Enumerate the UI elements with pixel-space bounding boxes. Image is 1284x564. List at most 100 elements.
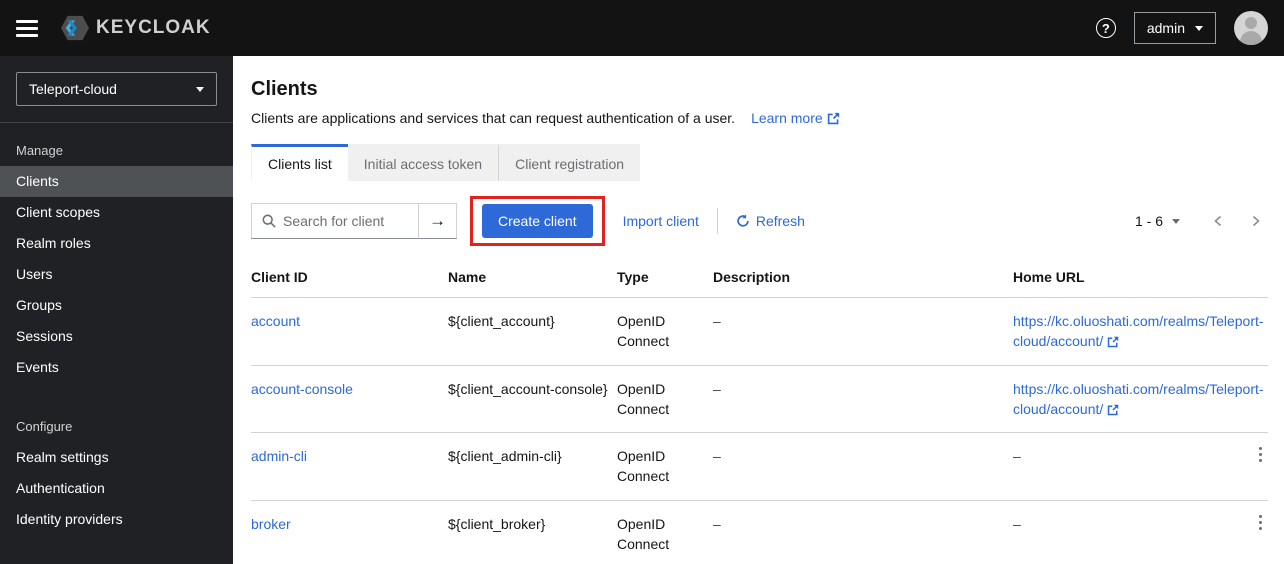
kebab-menu-icon[interactable] — [1253, 443, 1268, 466]
column-header: Description — [713, 269, 791, 285]
column-header: Name — [448, 269, 487, 285]
client-type-cell: OpenID Connect — [617, 313, 670, 350]
previous-page-button[interactable] — [1212, 214, 1224, 228]
sidebar-item-clients[interactable]: Clients — [0, 166, 233, 197]
client-id-cell: broker — [251, 501, 448, 547]
help-icon[interactable]: ? — [1095, 18, 1116, 38]
sidebar-item-client-scopes[interactable]: Client scopes — [0, 197, 233, 228]
client-id-link[interactable]: account-console — [251, 381, 353, 397]
user-menu-label: admin — [1146, 20, 1185, 36]
column-header: Home URL — [1013, 269, 1085, 285]
tab-client-registration[interactable]: Client registration — [498, 144, 641, 181]
page-description: Clients are applications and services th… — [251, 110, 736, 126]
tab-initial-access-token[interactable]: Initial access token — [347, 144, 499, 181]
pagination-range-dropdown[interactable]: 1 - 6 — [1135, 213, 1180, 229]
sidebar-item-groups[interactable]: Groups — [0, 290, 233, 321]
refresh-link[interactable]: Refresh — [736, 213, 805, 229]
nav-section-configure: Configure Realm settings Authentication Ide… — [0, 413, 233, 535]
sidebar: Teleport-cloud Manage Clients Client scope… — [0, 56, 233, 564]
column-header: Client ID — [251, 269, 308, 285]
realm-selector-value: Teleport-cloud — [29, 81, 117, 97]
client-description-cell: – — [713, 380, 721, 397]
nav-section-title: Configure — [16, 419, 73, 434]
home-url-link[interactable]: https://kc.oluoshati.com/realms/Teleport… — [1013, 313, 1264, 349]
client-name-cell: ${client_account-console} — [448, 380, 608, 397]
client-id-cell: admin-cli — [251, 433, 448, 479]
create-client-button[interactable]: Create client — [482, 204, 593, 238]
client-type-cell: OpenID Connect — [617, 380, 670, 417]
toolbar-divider — [716, 208, 718, 234]
client-name-cell: ${client_admin-cli} — [448, 448, 562, 465]
row-actions-cell — [1272, 366, 1284, 409]
learn-more-link[interactable]: Learn more — [751, 110, 840, 126]
import-client-link[interactable]: Import client — [623, 213, 699, 229]
chevron-down-icon — [1172, 218, 1180, 224]
client-description-cell: – — [713, 448, 721, 465]
client-description-cell: – — [713, 515, 721, 532]
client-type-cell: OpenID Connect — [617, 515, 670, 553]
tab-clients-list[interactable]: Clients list — [251, 144, 348, 181]
sidebar-item-events[interactable]: Events — [0, 352, 233, 383]
row-actions-cell — [1272, 298, 1284, 341]
topbar: KEYCLOAK ? admin — [0, 0, 1284, 56]
row-actions-cell — [1242, 501, 1268, 544]
clients-table: Client ID Name Type Description Home URL acc… — [251, 260, 1268, 564]
sidebar-item-realm-roles[interactable]: Realm roles — [0, 228, 233, 259]
keycloak-logo-icon — [61, 15, 89, 41]
brand-text: KEYCLOAK — [96, 17, 211, 38]
client-id-cell: account — [251, 298, 448, 344]
table-row: admin-cli ${client_admin-cli} OpenID Conne… — [251, 433, 1268, 501]
external-link-icon — [1108, 337, 1119, 348]
tab-bar: Clients list Initial access token Client r… — [251, 144, 1268, 181]
client-id-link[interactable]: broker — [251, 516, 291, 532]
search-box — [251, 203, 419, 239]
client-id-cell: account-console — [251, 366, 448, 412]
kebab-menu-icon[interactable] — [1253, 511, 1268, 534]
realm-selector-block: Teleport-cloud — [0, 56, 233, 123]
keycloak-logo: KEYCLOAK — [60, 14, 211, 42]
client-name-cell: ${client_broker} — [448, 515, 546, 532]
sidebar-item-users[interactable]: Users — [0, 259, 233, 290]
user-menu-dropdown[interactable]: admin — [1133, 12, 1216, 44]
refresh-icon — [737, 214, 749, 227]
row-actions-cell — [1242, 433, 1268, 476]
highlight-annotation-box: Create client — [470, 196, 605, 246]
realm-selector[interactable]: Teleport-cloud — [16, 72, 217, 106]
client-id-link[interactable]: account — [251, 313, 300, 329]
client-id-link[interactable]: admin-cli — [251, 448, 307, 464]
avatar[interactable] — [1234, 11, 1268, 45]
nav-section-title: Manage — [16, 143, 63, 158]
client-description-cell: – — [713, 313, 721, 329]
client-type-cell: OpenID Connect — [617, 448, 670, 485]
column-header: Type — [617, 269, 649, 285]
home-url-cell: – — [1013, 515, 1021, 532]
search-input[interactable] — [283, 213, 403, 229]
table-row: account-console ${client_account-console}… — [251, 366, 1268, 434]
table-header-row: Client ID Name Type Description Home URL — [251, 260, 1268, 298]
home-url-cell: https://kc.oluoshati.com/realms/Teleport… — [1013, 298, 1272, 365]
sidebar-item-sessions[interactable]: Sessions — [0, 321, 233, 352]
toolbar: → Create client Import client Refresh 1 … — [251, 196, 1268, 246]
sidebar-item-identity-providers[interactable]: Identity providers — [0, 504, 233, 535]
chevron-down-icon — [196, 86, 204, 92]
home-url-cell: https://kc.oluoshati.com/realms/Teleport… — [1013, 366, 1272, 433]
search-submit-button[interactable]: → — [419, 203, 457, 239]
home-url-link[interactable]: https://kc.oluoshati.com/realms/Teleport… — [1013, 381, 1264, 417]
home-url-cell: – — [1013, 448, 1021, 465]
nav-section-manage: Manage Clients Client scopes Realm roles Use… — [0, 137, 233, 383]
table-row: account ${client_account} OpenID Connect – h… — [251, 298, 1268, 366]
sidebar-item-realm-settings[interactable]: Realm settings — [0, 442, 233, 473]
hamburger-menu-icon[interactable] — [16, 19, 38, 37]
pagination-top: 1 - 6 — [1135, 213, 1268, 229]
sidebar-item-authentication[interactable]: Authentication — [0, 473, 233, 504]
client-name-cell: ${client_account} — [448, 313, 555, 329]
chevron-down-icon — [1195, 25, 1203, 31]
external-link-icon — [1108, 404, 1119, 416]
next-page-button[interactable] — [1250, 214, 1262, 228]
page-title: Clients — [251, 78, 318, 100]
external-link-icon — [827, 112, 839, 125]
search-icon — [262, 214, 276, 228]
main-content: Clients Clients are applications and ser… — [233, 56, 1284, 564]
table-row: broker ${client_broker} OpenID Connect – – — [251, 501, 1268, 564]
column-header-actions — [1242, 260, 1268, 281]
